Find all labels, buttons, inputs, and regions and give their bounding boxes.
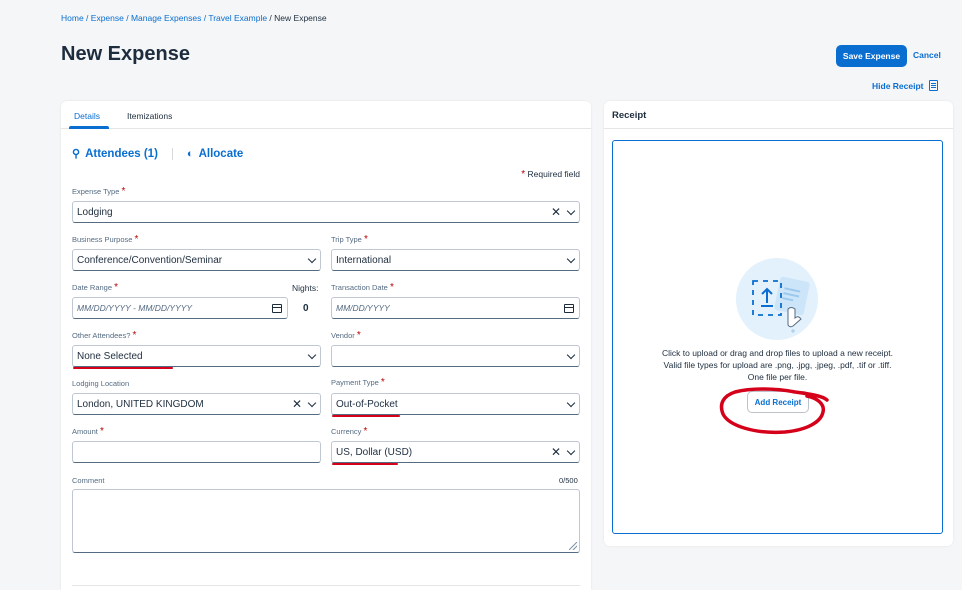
add-receipt-button[interactable]: Add Receipt (747, 391, 809, 413)
currency-select[interactable]: US, Dollar (USD) ✕ (331, 441, 580, 463)
comment-counter: 0/500 (559, 476, 578, 485)
business-purpose-label: Business Purpose * (72, 234, 139, 245)
clear-icon[interactable]: ✕ (292, 398, 302, 410)
chevron-down-icon[interactable] (307, 350, 317, 360)
cancel-button[interactable]: Cancel (913, 50, 941, 60)
breadcrumb-expense[interactable]: Expense (91, 13, 124, 23)
business-purpose-select[interactable]: Conference/Convention/Seminar (72, 249, 321, 271)
date-range-input[interactable]: MM/DD/YYYY - MM/DD/YYYY (72, 297, 288, 319)
chevron-down-icon[interactable] (307, 398, 317, 408)
vendor-label: Vendor * (331, 330, 361, 341)
currency-label: Currency * (331, 426, 368, 437)
save-expense-button[interactable]: Save Expense (836, 45, 907, 67)
receipt-header: Receipt (604, 101, 953, 129)
annotation-underline (332, 463, 398, 465)
chevron-down-icon[interactable] (566, 398, 576, 408)
upload-icon (736, 258, 818, 340)
details-panel: Details Itemizations ⚲ Attendees (1) ◐ A… (61, 101, 591, 590)
breadcrumb-current: New Expense (274, 13, 327, 23)
date-range-label: Date Range * (72, 282, 119, 293)
chevron-down-icon[interactable] (307, 254, 317, 264)
chevron-down-icon[interactable] (566, 254, 576, 264)
attendees-link[interactable]: Attendees (1) (85, 148, 158, 160)
tab-active-indicator (69, 126, 109, 129)
other-attendees-select[interactable]: None Selected (72, 345, 321, 367)
page-title: New Expense (61, 43, 190, 65)
section-divider (72, 585, 580, 586)
amount-label: Amount * (72, 426, 104, 437)
clear-icon[interactable]: ✕ (551, 446, 561, 458)
expense-type-select[interactable]: Lodging ✕ (72, 201, 580, 223)
breadcrumb-home[interactable]: Home (61, 13, 84, 23)
allocate-link[interactable]: Allocate (199, 148, 244, 160)
payment-type-select[interactable]: Out-of-Pocket (331, 393, 580, 415)
breadcrumb-travel[interactable]: Travel Example (208, 13, 267, 23)
allocate-icon: ◐ (186, 147, 194, 160)
chevron-down-icon[interactable] (566, 446, 576, 456)
tab-itemizations[interactable]: Itemizations (127, 111, 172, 121)
tab-bar: Details Itemizations (61, 101, 591, 129)
calendar-icon[interactable] (272, 304, 282, 313)
calendar-icon[interactable] (564, 304, 574, 313)
link-divider (171, 147, 173, 160)
breadcrumb: Home / Expense / Manage Expenses / Trave… (61, 13, 327, 23)
required-field-note: * Required field (521, 169, 580, 180)
resize-handle-icon[interactable] (569, 542, 577, 550)
trip-type-select[interactable]: International (331, 249, 580, 271)
trip-type-label: Trip Type * (331, 234, 368, 245)
clear-icon[interactable]: ✕ (551, 206, 561, 218)
lodging-location-label: Lodging Location (72, 379, 130, 388)
comment-textarea[interactable] (72, 489, 580, 553)
expense-type-label: Expense Type * (72, 186, 126, 197)
hide-receipt-button[interactable]: Hide Receipt (872, 80, 938, 91)
attendees-icon: ⚲ (72, 148, 81, 160)
chevron-down-icon[interactable] (566, 206, 576, 216)
upload-instructions: Click to upload or drag and drop files t… (661, 348, 894, 382)
chevron-down-icon[interactable] (566, 350, 576, 360)
nights-value: 0 (303, 303, 309, 314)
vendor-select[interactable] (331, 345, 580, 367)
comment-label: Comment (72, 476, 105, 485)
receipt-panel: Receipt Click to upload or drag and drop… (604, 101, 953, 546)
other-attendees-label: Other Attendees? * (72, 330, 137, 341)
receipt-drop-zone[interactable]: Click to upload or drag and drop files t… (612, 140, 943, 534)
amount-input[interactable] (72, 441, 321, 463)
annotation-underline (73, 367, 173, 369)
annotation-underline (332, 415, 400, 417)
nights-label: Nights: (292, 283, 319, 293)
payment-type-label: Payment Type * (331, 377, 385, 388)
receipt-title: Receipt (612, 110, 647, 121)
transaction-date-input[interactable]: MM/DD/YYYY (331, 297, 580, 319)
lodging-location-select[interactable]: London, UNITED KINGDOM ✕ (72, 393, 321, 415)
breadcrumb-manage[interactable]: Manage Expenses (131, 13, 201, 23)
transaction-date-label: Transaction Date * (331, 282, 394, 293)
receipt-icon (928, 80, 938, 91)
tab-details[interactable]: Details (74, 111, 100, 121)
